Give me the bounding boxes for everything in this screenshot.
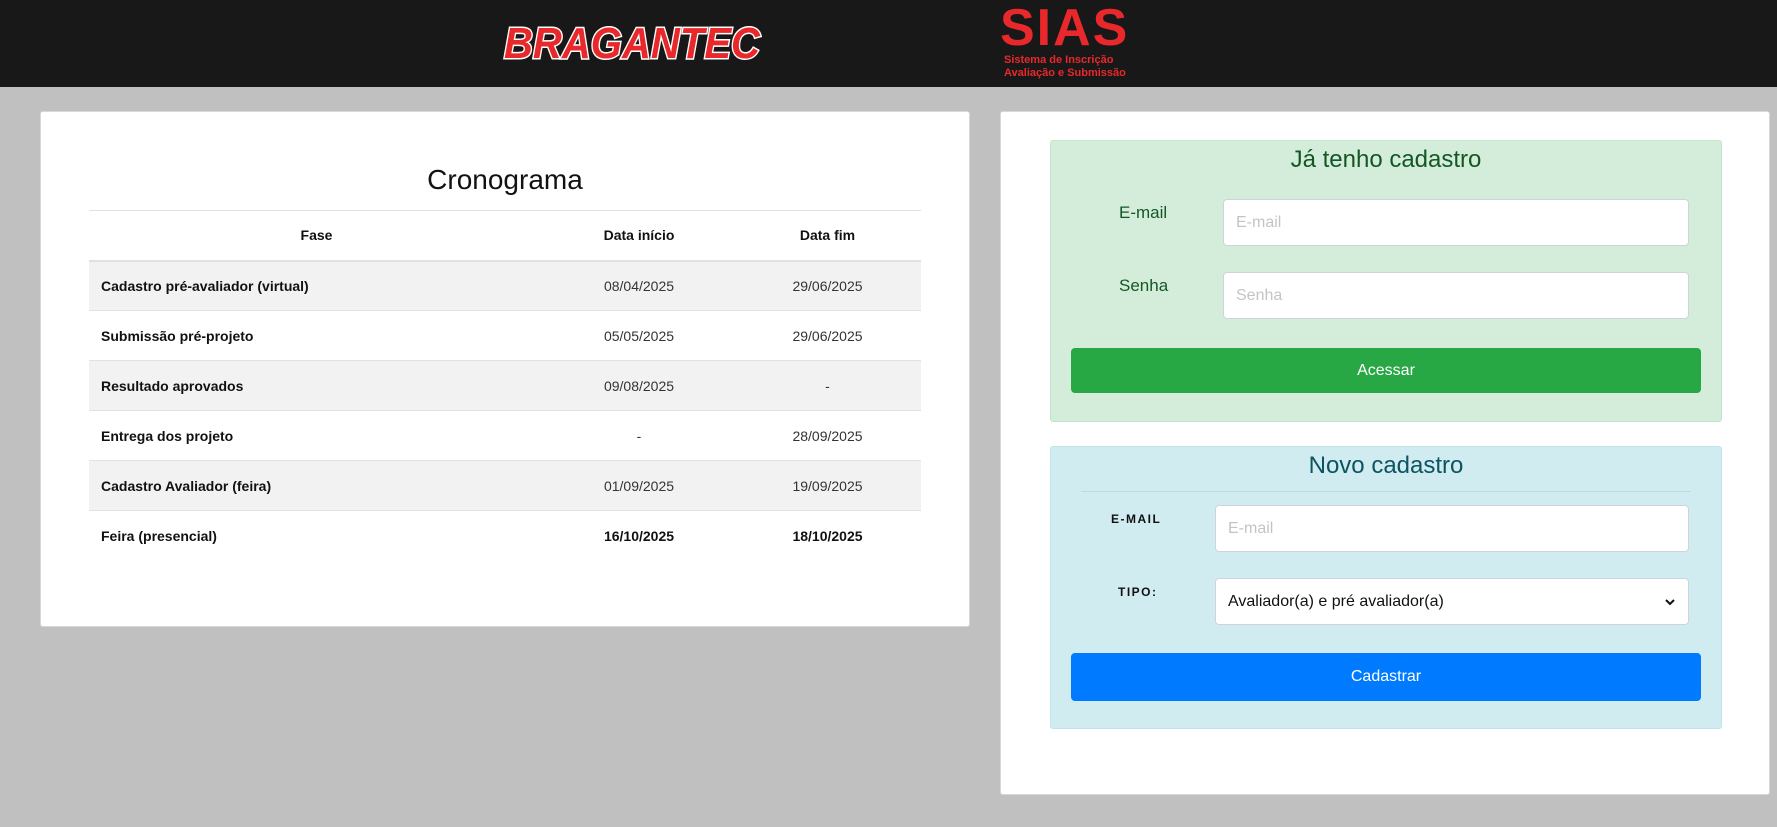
top-header: BRAGANTEC SIAS Sistema de Inscrição Aval… [0,0,1777,87]
access-panel: Já tenho cadastro E-mail Senha Acessar N… [1000,111,1770,795]
table-row: Cadastro pré-avaliador (virtual) 08/04/2… [89,260,921,311]
cronograma-table: Fase Data início Data fim Cadastro pré-a… [89,210,921,561]
register-type-label: TIPO: [1118,585,1158,599]
table-row: Cadastro Avaliador (feira) 01/09/2025 19… [89,460,921,511]
table-row: Feira (presencial) 16/10/2025 18/10/2025 [89,510,921,561]
row-fase: Entrega dos projeto [89,410,544,461]
login-box: Já tenho cadastro E-mail Senha Acessar [1050,140,1722,422]
row-data-fim: 19/09/2025 [734,460,921,511]
register-type-select[interactable]: Avaliador(a) e pré avaliador(a) [1215,578,1689,625]
login-password-input[interactable] [1223,272,1689,319]
column-header-fase: Fase [89,210,544,262]
sias-logo-subtitle-2: Avaliação e Submissão [1004,67,1126,79]
row-fase: Cadastro pré-avaliador (virtual) [89,260,544,311]
register-title: Novo cadastro [1308,452,1464,479]
row-fase: Cadastro Avaliador (feira) [89,460,544,511]
table-row: Resultado aprovados 09/08/2025 - [89,360,921,411]
cronograma-panel: Cronograma Fase Data início Data fim Cad… [40,111,970,627]
table-row: Entrega dos projeto - 28/09/2025 [89,410,921,461]
column-header-data-inicio: Data início [544,210,734,262]
row-fase: Resultado aprovados [89,360,544,411]
login-email-label: E-mail [1119,203,1168,222]
row-data-inicio: - [544,410,734,461]
login-submit-button[interactable]: Acessar [1071,348,1701,393]
login-title: Já tenho cadastro [1290,146,1482,173]
row-data-fim: 29/06/2025 [734,310,921,361]
row-data-fim: - [734,360,921,411]
bragantec-logo-text: BRAGANTEC [504,19,761,66]
register-box: Novo cadastro E-MAIL TIPO: Avaliador(a) … [1050,446,1722,729]
cronograma-title: Cronograma [427,164,583,195]
row-data-fim: 28/09/2025 [734,410,921,461]
row-fase: Feira (presencial) [89,510,544,561]
sias-logo-title: SIAS [1000,0,1130,57]
row-data-inicio: 09/08/2025 [544,360,734,411]
register-divider [1081,491,1691,492]
row-fase: Submissão pré-projeto [89,310,544,361]
row-data-inicio: 01/09/2025 [544,460,734,511]
row-data-inicio: 16/10/2025 [544,510,734,561]
sias-logo: SIAS Sistema de Inscrição Avaliação e Su… [1000,2,1140,82]
row-data-inicio: 05/05/2025 [544,310,734,361]
login-email-input[interactable] [1223,199,1689,246]
register-submit-button[interactable]: Cadastrar [1071,653,1701,701]
login-password-label: Senha [1119,276,1169,295]
table-header-row: Fase Data início Data fim [89,210,921,262]
row-data-inicio: 08/04/2025 [544,260,734,311]
row-data-fim: 18/10/2025 [734,510,921,561]
register-email-label: E-MAIL [1111,512,1162,526]
register-email-input[interactable] [1215,505,1689,552]
column-header-data-fim: Data fim [734,210,921,262]
bragantec-logo: BRAGANTEC [500,18,765,70]
chevron-down-icon [1665,598,1675,605]
row-data-fim: 29/06/2025 [734,260,921,311]
table-row: Submissão pré-projeto 05/05/2025 29/06/2… [89,310,921,361]
register-type-selected-value: Avaliador(a) e pré avaliador(a) [1228,592,1444,610]
